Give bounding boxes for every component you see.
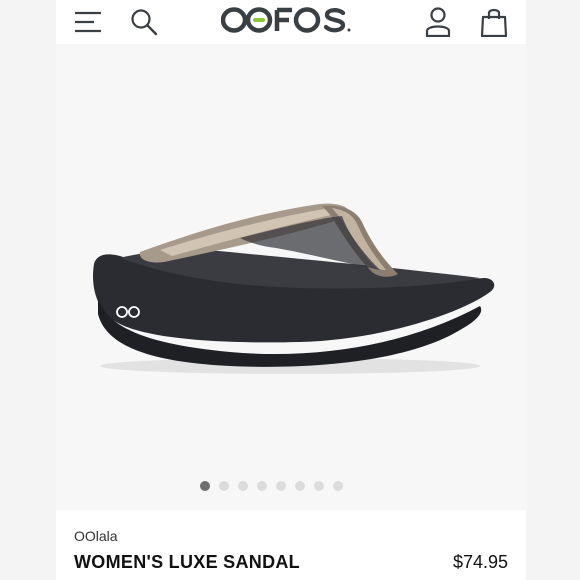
product-page: OOlala WOMEN'S LUXE SANDAL $74.95 bbox=[0, 0, 580, 580]
gallery-dot[interactable] bbox=[256, 481, 267, 491]
menu-button[interactable] bbox=[72, 6, 104, 38]
gallery-dot[interactable] bbox=[294, 481, 305, 491]
gallery-dot[interactable] bbox=[313, 481, 324, 491]
product-price: $74.95 bbox=[452, 552, 508, 572]
product-image-gallery[interactable] bbox=[56, 44, 526, 510]
product-collection: OOlala bbox=[74, 528, 118, 544]
account-button[interactable] bbox=[422, 6, 454, 38]
search-button[interactable] bbox=[128, 6, 160, 38]
shopping-bag-icon bbox=[481, 8, 507, 37]
left-gutter bbox=[0, 0, 56, 580]
gallery-dot[interactable] bbox=[199, 481, 210, 491]
cart-button[interactable] bbox=[478, 6, 510, 38]
gallery-dot[interactable] bbox=[332, 481, 343, 491]
right-gutter bbox=[526, 0, 580, 580]
search-icon bbox=[131, 9, 158, 36]
oofos-logo[interactable] bbox=[221, 5, 361, 35]
gallery-pagination bbox=[36, 481, 506, 491]
account-icon bbox=[425, 7, 451, 37]
gallery-dot[interactable] bbox=[237, 481, 248, 491]
gallery-dot[interactable] bbox=[218, 481, 229, 491]
gallery-dot[interactable] bbox=[275, 481, 286, 491]
product-info: OOlala WOMEN'S LUXE SANDAL $74.95 bbox=[56, 510, 526, 580]
site-header bbox=[56, 0, 526, 44]
sandal-product-image bbox=[93, 203, 495, 374]
product-title: WOMEN'S LUXE SANDAL bbox=[74, 552, 300, 572]
menu-icon bbox=[75, 11, 101, 33]
